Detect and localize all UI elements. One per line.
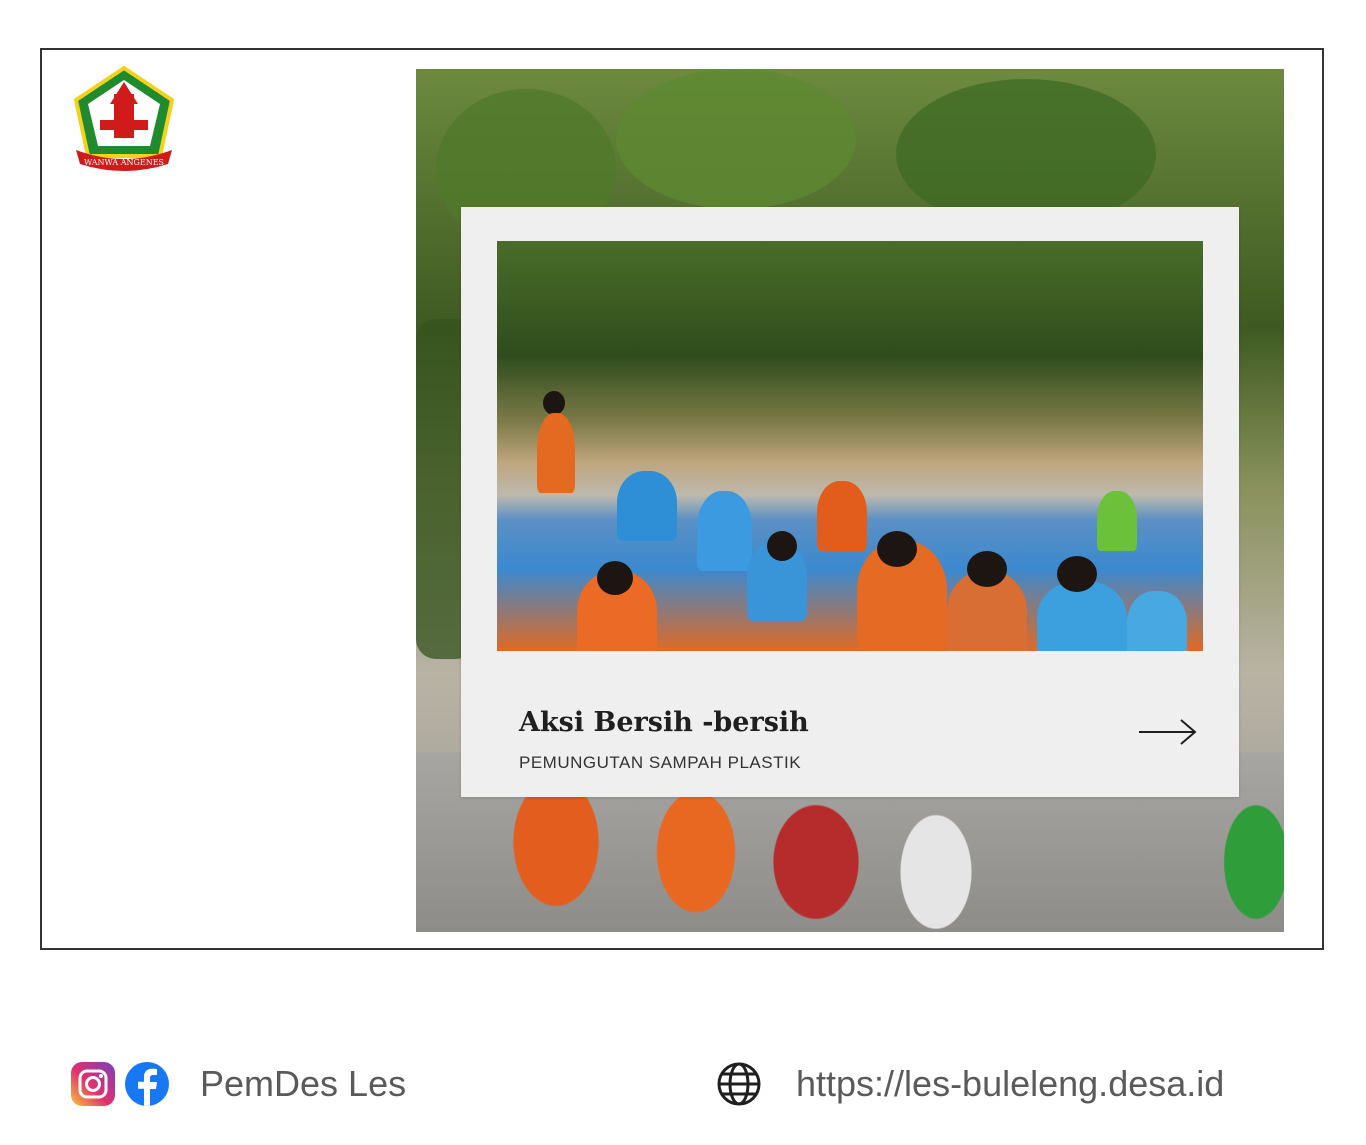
village-emblem-icon: WANWA ANGENES (73, 65, 175, 171)
arrow-right-icon[interactable] (1137, 717, 1199, 747)
poster-frame: WANWA ANGENES Aksi Bersih -bersih PEMUNG… (40, 48, 1324, 950)
website-footer: https://les-buleleng.desa.id (716, 1060, 1224, 1108)
event-photo (497, 241, 1203, 651)
facebook-icon[interactable] (124, 1061, 170, 1107)
card-title: Aksi Bersih -bersih (519, 707, 809, 738)
social-name: PemDes Les (200, 1063, 407, 1104)
instagram-icon[interactable] (70, 1061, 116, 1107)
globe-icon (717, 1062, 761, 1106)
social-footer: PemDes Les (70, 1060, 406, 1108)
logo-ribbon-text: WANWA ANGENES (84, 158, 164, 167)
website-link[interactable]: https://les-buleleng.desa.id (796, 1063, 1224, 1105)
event-card[interactable]: Aksi Bersih -bersih PEMUNGUTAN SAMPAH PL… (461, 207, 1239, 797)
card-subtitle: PEMUNGUTAN SAMPAH PLASTIK (519, 753, 802, 772)
